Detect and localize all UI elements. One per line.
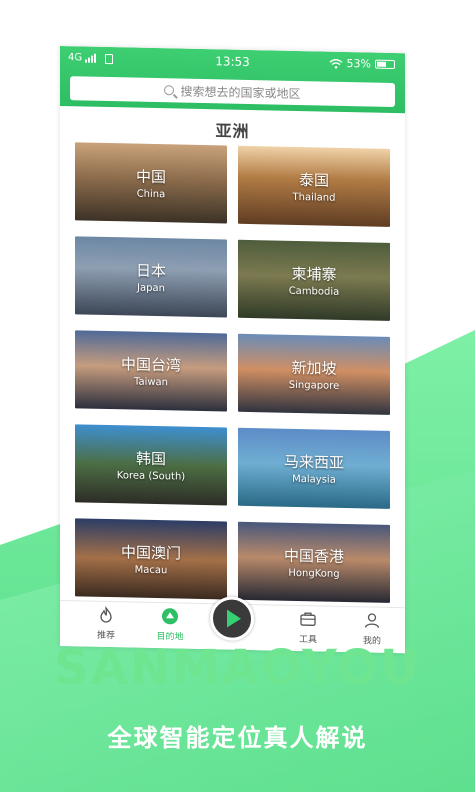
brand-wordmark: SANMAOYOU <box>54 640 421 696</box>
battery-icon <box>375 59 395 70</box>
destination-card-cambodia[interactable]: 柬埔寨 Cambodia <box>238 239 390 321</box>
play-button[interactable] <box>210 596 254 642</box>
wifi-icon <box>329 58 342 69</box>
card-title: 新加坡 <box>291 358 337 378</box>
card-subtitle: Taiwan <box>133 376 168 389</box>
card-title: 中国台湾 <box>120 355 181 375</box>
play-icon <box>227 609 241 628</box>
card-title: 中国澳门 <box>120 543 181 563</box>
search-input[interactable]: 搜索想去的国家或地区 <box>70 76 395 108</box>
card-title: 韩国 <box>135 449 166 469</box>
card-subtitle: HongKong <box>288 567 340 580</box>
card-title: 马来西亚 <box>283 452 344 472</box>
destination-card-korea[interactable]: 韩国 Korea (South) <box>75 424 227 506</box>
top-bar: 4G 13:53 53% 搜索想去的国家或地区 <box>60 46 405 114</box>
card-subtitle: Malaysia <box>292 473 336 486</box>
search-icon <box>164 85 175 96</box>
destination-card-thailand[interactable]: 泰国 Thailand <box>238 145 390 227</box>
destination-card-singapore[interactable]: 新加坡 Singapore <box>238 333 390 415</box>
card-subtitle: Singapore <box>288 379 340 392</box>
card-title: 中国香港 <box>283 546 344 566</box>
phone-screen: 4G 13:53 53% 搜索想去的国家或地区 亚洲 中国 China 泰国 T… <box>60 46 405 654</box>
destination-card-taiwan[interactable]: 中国台湾 Taiwan <box>75 330 227 412</box>
tools-icon <box>300 612 316 626</box>
destination-card-hongkong[interactable]: 中国香港 HongKong <box>238 521 390 603</box>
region-heading: 亚洲 <box>215 121 250 141</box>
tab-recommend[interactable]: 推荐 <box>76 605 136 641</box>
destination-card-china[interactable]: 中国 China <box>75 142 227 224</box>
destination-icon <box>162 608 178 625</box>
card-title: 日本 <box>135 261 166 281</box>
card-subtitle: Macau <box>134 564 168 577</box>
card-subtitle: Japan <box>137 282 165 295</box>
card-subtitle: Thailand <box>292 191 336 204</box>
battery-percent: 53% <box>346 57 371 71</box>
card-title: 柬埔寨 <box>291 264 337 284</box>
card-title: 泰国 <box>298 171 329 190</box>
search-placeholder: 搜索想去的国家或地区 <box>180 84 301 101</box>
user-icon <box>364 613 380 628</box>
destination-card-macau[interactable]: 中国澳门 Macau <box>75 518 227 600</box>
destination-card-japan[interactable]: 日本 Japan <box>75 236 227 318</box>
slogan: 全球智能定位真人解说 <box>107 724 368 752</box>
card-title: 中国 <box>135 167 166 187</box>
card-subtitle: Cambodia <box>288 285 340 298</box>
tab-destination[interactable]: 目的地 <box>140 607 200 643</box>
card-subtitle: Korea (South) <box>116 470 186 483</box>
recommend-icon <box>100 605 112 623</box>
destination-card-malaysia[interactable]: 马来西亚 Malaysia <box>238 427 390 509</box>
card-subtitle: China <box>136 188 166 201</box>
